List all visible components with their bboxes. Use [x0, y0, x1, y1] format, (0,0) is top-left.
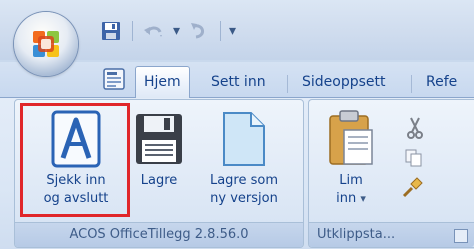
tab-referanser[interactable]: Refe: [418, 68, 465, 98]
lagre-label: Lagre: [140, 173, 178, 188]
sjekk-inn-line2: og avslutt: [43, 191, 109, 206]
lagre-som-line1: Lagre som: [209, 173, 279, 188]
paste-line1: Lim: [339, 173, 363, 188]
clipboard-group-label: Utklippsta...: [309, 222, 474, 247]
acos-group-label: ACOS OfficeTillegg 2.8.56.0: [15, 222, 303, 247]
paste-dropdown-icon[interactable]: ▾: [360, 192, 366, 205]
office-logo-icon: [33, 31, 59, 57]
clipboard-launcher-icon[interactable]: [454, 229, 468, 243]
customize-qat-icon[interactable]: ▾: [229, 23, 236, 39]
undo-icon[interactable]: [141, 18, 167, 44]
tab-divider: [411, 75, 412, 93]
tab-sideoppsett[interactable]: Sideoppsett: [294, 68, 394, 98]
floppy-disk-icon: [136, 114, 182, 164]
qat-separator: [220, 21, 222, 41]
lagre-som-button[interactable]: Lagre som ny versjon: [192, 110, 296, 208]
qat-separator: [132, 21, 133, 41]
format-painter-icon[interactable]: [402, 176, 424, 198]
office-button[interactable]: [14, 12, 78, 76]
paste-line2: inn: [336, 191, 357, 206]
document-tab-icon[interactable]: [101, 66, 129, 92]
tab-hjem[interactable]: Hjem: [135, 66, 190, 98]
paste-button[interactable]: Lim inn ▾: [318, 108, 384, 208]
scissors-icon[interactable]: [406, 116, 424, 140]
sjekk-inn-button[interactable]: Sjekk inn og avslutt: [24, 110, 128, 208]
redo-icon[interactable]: [186, 18, 212, 44]
lagre-som-line2: ny versjon: [210, 191, 278, 206]
copy-icon[interactable]: [404, 148, 424, 168]
tab-divider: [287, 75, 288, 93]
paste-clipboard-icon: [329, 110, 373, 165]
undo-dropdown-icon[interactable]: ▾: [173, 23, 180, 39]
quick-access-toolbar: ▾ ▾: [88, 12, 298, 50]
acos-a-icon: [51, 110, 101, 168]
sjekk-inn-line1: Sjekk inn: [46, 173, 106, 188]
new-document-icon: [223, 112, 265, 166]
tab-sett-inn[interactable]: Sett inn: [203, 68, 274, 98]
save-icon[interactable]: [98, 18, 124, 44]
lagre-button[interactable]: Lagre: [132, 110, 186, 190]
